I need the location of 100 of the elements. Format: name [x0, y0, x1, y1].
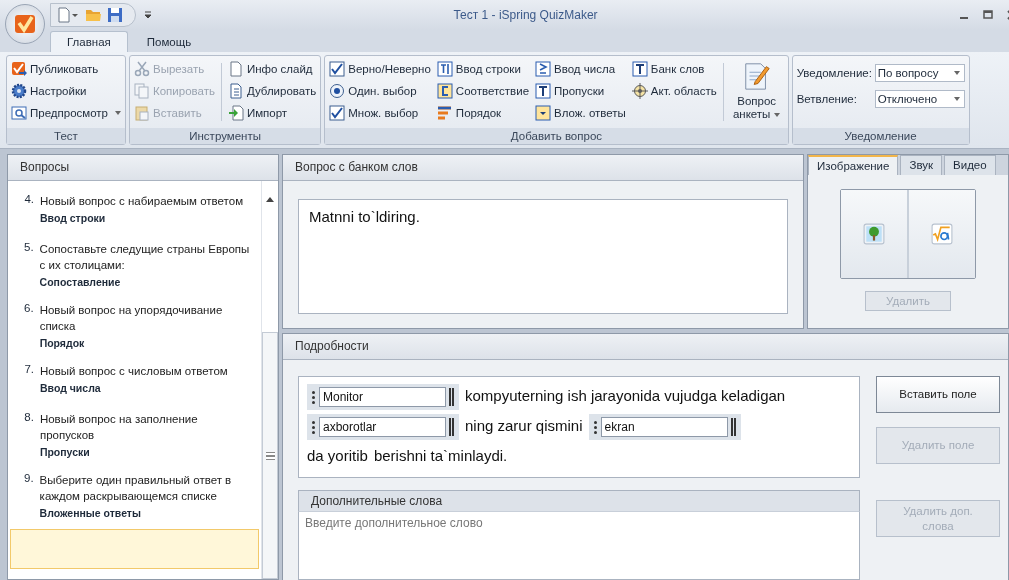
question-number: 4. — [24, 193, 34, 207]
question-number: 9. — [24, 472, 34, 486]
t-letter-icon — [631, 60, 648, 77]
question-item[interactable]: 8. Новый вопрос на заполнение пропусков Пропуски — [8, 407, 261, 468]
blank-field[interactable]: axborotlar — [307, 414, 459, 441]
sentence-text: kompyuterning ish jarayonida vujudga keladigan — [465, 387, 786, 404]
question-number: 5. — [24, 241, 34, 255]
ribbon-button[interactable]: Множ. выбор — [329, 103, 431, 122]
ribbon-button[interactable]: Влож. ответы — [535, 103, 626, 122]
ribbon-button[interactable]: Пропуски — [535, 81, 626, 100]
extra-word-field[interactable]: Введите дополнительное слово — [298, 512, 860, 580]
page-icon — [227, 60, 244, 77]
bars-icon — [436, 104, 453, 121]
c-letter-icon — [436, 82, 453, 99]
media-tab[interactable]: Звук — [900, 155, 943, 175]
question-type: Ввод строки — [40, 212, 107, 224]
question-text: Новый вопрос с набираемым ответом — [40, 194, 244, 209]
question-item[interactable]: 4. Новый вопрос с набираемым ответом Ввод строки — [8, 189, 261, 237]
question-type: Ввод числа — [40, 382, 102, 394]
dropdown-field[interactable]: Отключено — [874, 90, 965, 108]
question-text: Сопоставьте следущие страны Европы с их столицами: — [39, 242, 251, 273]
app-menu-button[interactable] — [5, 4, 45, 44]
ribbon-button[interactable]: Инфо слайд — [227, 59, 317, 78]
question-text-field[interactable]: Matnni to`ldiring. — [298, 199, 788, 314]
question-number: 6. — [24, 302, 34, 316]
panel-header: Дополнительные слова — [298, 490, 860, 512]
ribbon-button[interactable]: Банк слов — [631, 59, 717, 78]
blank-field[interactable]: Monitor — [307, 384, 459, 411]
ribbon-button[interactable]: Предпросмотр — [11, 103, 121, 122]
copy-icon — [134, 82, 150, 99]
field-label: Уведомление: — [796, 67, 873, 79]
formula-icon — [931, 223, 953, 245]
ribbon-tab[interactable]: Главная — [50, 31, 128, 52]
question-number: 7. — [24, 363, 34, 377]
field-label: Ветвление: — [796, 93, 858, 105]
group-title: Добавить вопрос — [325, 128, 788, 144]
group-title: Уведомление — [792, 128, 969, 144]
maximize-button[interactable] — [983, 10, 993, 20]
insert-image-button[interactable] — [841, 190, 907, 278]
new-page-button[interactable] — [57, 7, 79, 23]
checkbox-icon — [329, 104, 346, 121]
save-button[interactable] — [107, 7, 123, 23]
window-title: Тест 1 - iSpring QuizMaker — [452, 8, 599, 22]
ribbon-button[interactable]: Дублировать — [227, 81, 317, 100]
question-item[interactable] — [10, 529, 259, 569]
question-item[interactable]: 7. Новый вопрос с числовым ответом Ввод числа — [8, 359, 261, 407]
ribbon-button[interactable]: Ввод числа — [535, 59, 626, 78]
question-item[interactable]: 9. Выберите один правильный ответ в каждом раскрывающемся списке Вложенные ответы — [8, 468, 261, 529]
group-title: Инструменты — [130, 128, 321, 144]
question-type: Порядок — [39, 337, 86, 349]
survey-question-button[interactable]: Вопрос анкеты — [729, 59, 784, 125]
ribbon-button[interactable]: Ввод строки — [436, 59, 530, 78]
page-arrow-icon — [227, 104, 244, 121]
dropdown-icon — [535, 104, 552, 121]
question-type: Вложенные ответы — [39, 507, 142, 519]
ribbon-button[interactable]: Порядок — [436, 103, 530, 122]
blank-field[interactable]: ekran — [588, 414, 741, 441]
magnifier-icon — [11, 104, 27, 121]
question-item[interactable]: 5. Сопоставьте следущие страны Европы с их столицами: Сопоставление — [8, 237, 261, 298]
action-button[interactable]: Вставить поле — [876, 376, 1000, 413]
question-type: Сопоставление — [39, 276, 122, 288]
ribbon-button[interactable]: Акт. область — [631, 81, 717, 100]
greater-equal-icon — [535, 60, 552, 77]
question-item[interactable]: 6. Новый вопрос на упорядочивание списка Порядок — [8, 298, 261, 359]
insert-formula-button[interactable] — [907, 190, 975, 278]
media-tab[interactable]: Изображение — [808, 155, 899, 175]
check-arrow-icon — [11, 60, 27, 77]
tree-icon — [863, 223, 885, 245]
media-tab[interactable]: Видео — [944, 155, 996, 175]
settings-icon — [11, 82, 27, 99]
dropdown-field[interactable]: По вопросу — [874, 64, 965, 82]
ribbon-button[interactable]: Верно/Неверно — [329, 59, 431, 78]
sentence-text: berishni ta`minlaydi. — [373, 447, 508, 464]
radio-icon — [329, 82, 346, 99]
ribbon-button[interactable]: Настройки — [11, 81, 121, 100]
text-cursor-icon — [436, 60, 453, 77]
customize-caret-icon[interactable] — [144, 11, 152, 19]
question-text: Новый вопрос на заполнение пропусков — [39, 412, 199, 443]
panel-header: Вопросы — [8, 155, 278, 181]
clipboard-icon — [134, 104, 150, 121]
ribbon-button[interactable]: Публиковать — [11, 59, 121, 78]
question-text: Новый вопрос с числовым ответом — [40, 364, 228, 379]
question-text: Выберите один правильный ответ в каждом раскрывающемся списке — [39, 473, 233, 504]
question-type: Пропуски — [39, 446, 91, 458]
group-title: Тест — [7, 128, 125, 144]
sentence-text: da yoritib — [307, 447, 368, 464]
sentence-text: ning zarur qismini — [465, 417, 583, 434]
ribbon-tab[interactable]: Помощь — [129, 31, 209, 52]
t-letter-icon — [535, 82, 552, 99]
target-icon — [631, 82, 648, 99]
document-icon — [227, 82, 244, 99]
scrollbar[interactable] — [261, 181, 278, 579]
folder-button[interactable] — [85, 7, 101, 23]
ribbon-button[interactable]: Импорт — [227, 103, 317, 122]
checkmark-icon — [13, 12, 37, 36]
text-editor[interactable]: Monitor kompyuterning ish jarayonida vujudga keladigan axborotlar ning zarur qismini ekran da yoritib berishni ta`minlaydi. — [298, 376, 860, 478]
ribbon-button[interactable]: Один. выбор — [329, 81, 431, 100]
scissors-icon — [134, 60, 150, 77]
ribbon-button[interactable]: Соответствие — [436, 81, 530, 100]
checkbox-icon — [329, 60, 346, 77]
